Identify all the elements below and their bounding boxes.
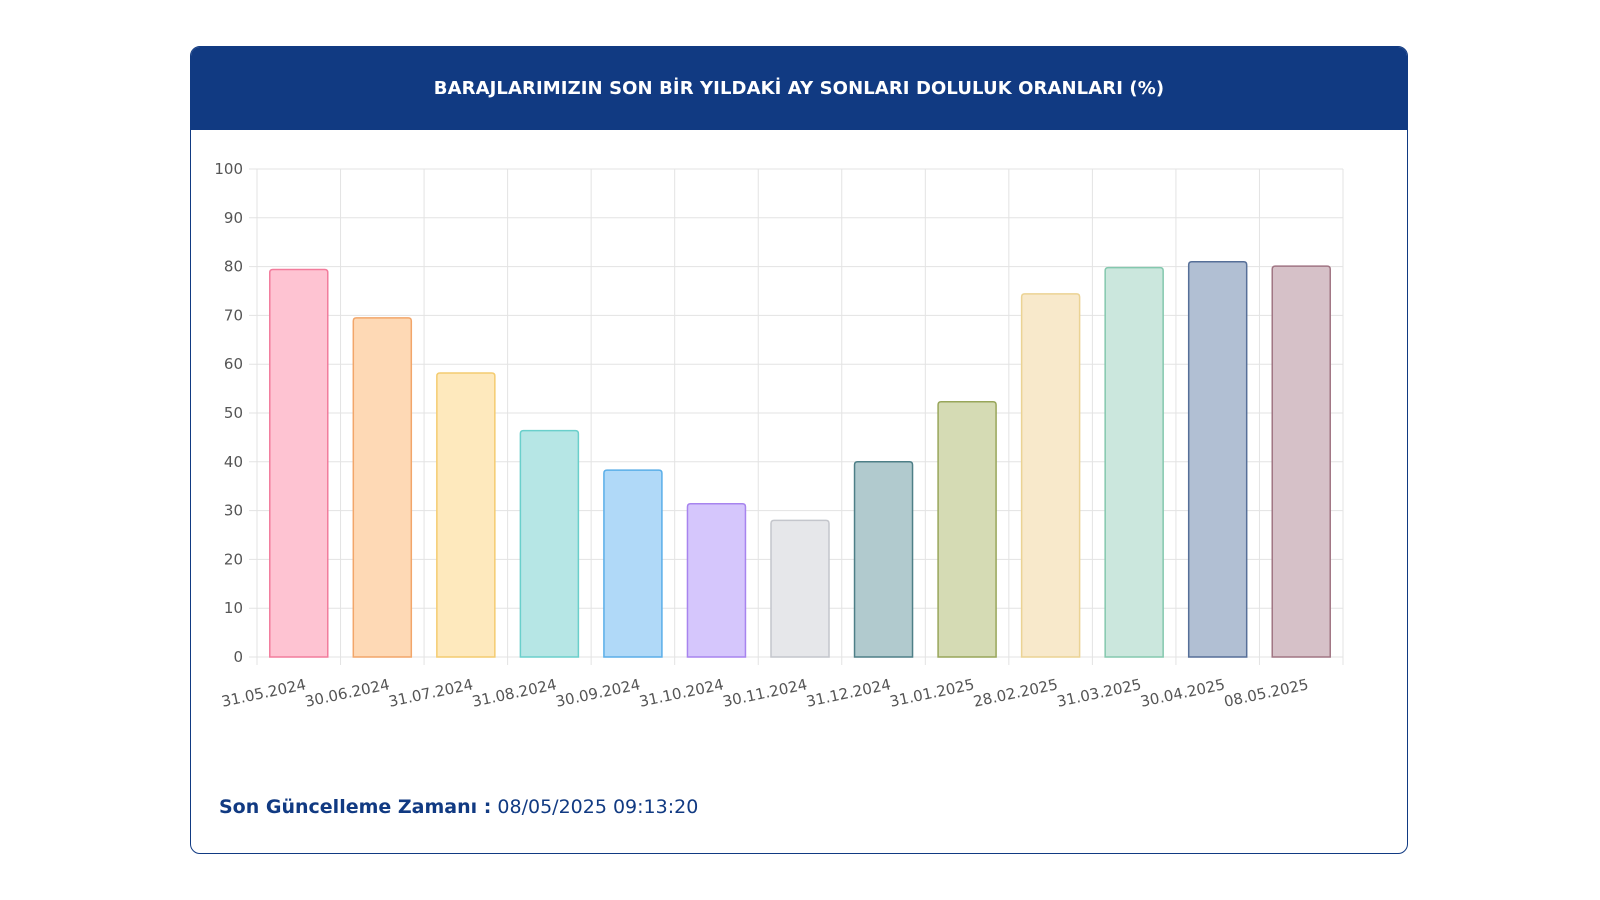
x-tick-label: 30.11.2024 — [721, 675, 809, 710]
bar-31.05.2024[interactable] — [269, 268, 329, 658]
y-tick-label: 20 — [224, 550, 243, 568]
x-tick-label: 28.02.2025 — [972, 675, 1060, 710]
x-axis-ticks: 31.05.202430.06.202431.07.202431.08.2024… — [220, 675, 1310, 710]
x-tick-label: 31.03.2025 — [1055, 675, 1143, 710]
last-update-label: Son Güncelleme Zamanı : — [219, 796, 492, 818]
y-tick-label: 70 — [224, 306, 243, 324]
y-tick-label: 80 — [224, 258, 243, 276]
last-update: Son Güncelleme Zamanı : 08/05/2025 09:13… — [219, 796, 698, 818]
y-tick-label: 0 — [233, 648, 243, 666]
bar-31.10.2024[interactable] — [686, 503, 747, 658]
x-tick-label: 31.10.2024 — [638, 675, 726, 710]
x-tick-label: 31.12.2024 — [805, 675, 893, 710]
bar-31.03.2025[interactable] — [1104, 266, 1164, 658]
bars — [269, 260, 1331, 658]
bar-30.09.2024[interactable] — [603, 469, 663, 658]
x-tick-label: 30.06.2024 — [303, 675, 391, 710]
x-tick-label: 30.04.2025 — [1139, 675, 1227, 710]
y-tick-label: 10 — [224, 599, 243, 617]
x-tick-label: 31.01.2025 — [888, 675, 976, 710]
y-tick-label: 30 — [224, 502, 243, 520]
bar-31.08.2024[interactable] — [519, 429, 580, 658]
chart-card: BARAJLARIMIZIN SON BİR YILDAKİ AY SONLAR… — [190, 46, 1408, 854]
bar-08.05.2025[interactable] — [1271, 265, 1331, 658]
bar-31.07.2024[interactable] — [436, 372, 496, 658]
bar-28.02.2025[interactable] — [1020, 293, 1081, 658]
y-tick-label: 50 — [224, 404, 243, 422]
bar-31.12.2024[interactable] — [853, 461, 914, 658]
y-tick-label: 40 — [224, 453, 243, 471]
bar-chart: 0 10 20 30 40 50 60 70 80 90 100 31.05.202430.06.2… — [214, 160, 1344, 711]
x-tick-label: 30.09.2024 — [554, 675, 642, 710]
bar-30.04.2025[interactable] — [1187, 260, 1248, 658]
x-tick-label: 31.07.2024 — [387, 675, 475, 710]
y-tick-label: 90 — [224, 209, 243, 227]
bar-30.06.2024[interactable] — [352, 317, 413, 658]
y-axis-ticks: 0 10 20 30 40 50 60 70 80 90 100 — [214, 160, 243, 666]
y-tick-label: 100 — [214, 160, 243, 178]
bar-31.01.2025[interactable] — [937, 401, 997, 658]
x-tick-label: 31.05.2024 — [220, 675, 308, 710]
x-tick-label: 08.05.2025 — [1222, 675, 1310, 710]
y-tick-label: 60 — [224, 355, 243, 373]
bar-30.11.2024[interactable] — [770, 519, 830, 658]
x-tick-label: 31.08.2024 — [470, 675, 558, 710]
last-update-value: 08/05/2025 09:13:20 — [497, 796, 699, 818]
